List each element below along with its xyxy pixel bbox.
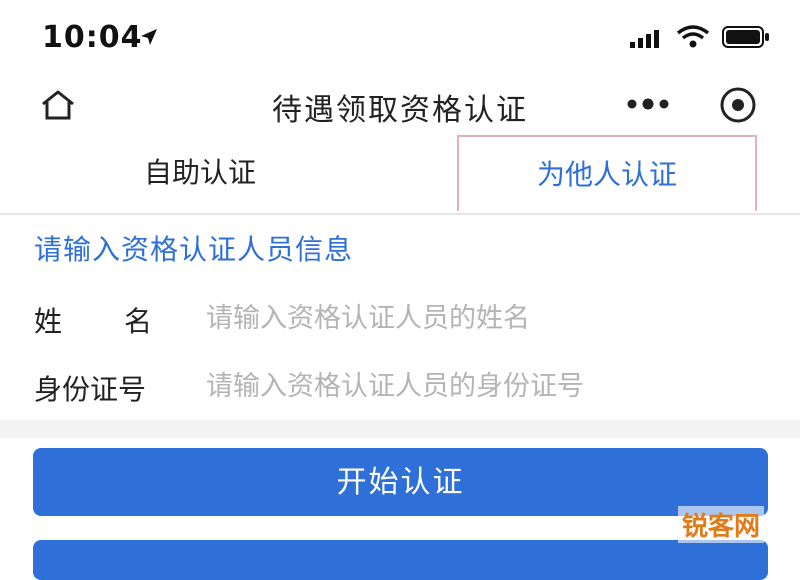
name-row: 姓名	[0, 288, 800, 352]
tab-auth-for-others[interactable]: 为他人认证	[457, 135, 757, 211]
location-arrow-icon	[141, 29, 157, 45]
section-divider	[0, 420, 800, 438]
more-icon[interactable]	[626, 95, 670, 113]
id-number-label: 身份证号	[34, 373, 147, 406]
status-bar: 10:04	[0, 0, 800, 75]
status-time: 10:04	[42, 20, 143, 55]
page-title: 待遇领取资格认证	[272, 93, 528, 128]
tab-self-auth[interactable]: 自助认证	[50, 135, 350, 211]
form-header: 请输入资格认证人员信息	[34, 233, 354, 266]
name-label: 姓名	[34, 305, 215, 338]
id-number-input[interactable]	[206, 364, 766, 408]
id-number-row: 身份证号	[0, 356, 800, 420]
nav-bar: 待遇领取资格认证	[0, 75, 800, 135]
record-icon[interactable]	[718, 85, 758, 125]
tab-bar: 自助认证 为他人认证	[0, 135, 800, 215]
start-auth-button[interactable]: 开始认证	[33, 448, 768, 516]
secondary-button[interactable]	[33, 540, 768, 580]
battery-icon	[722, 26, 769, 48]
signal-icon	[630, 30, 659, 48]
wifi-icon	[676, 25, 710, 48]
watermark: 锐客网	[678, 506, 765, 543]
name-input[interactable]	[206, 296, 766, 340]
